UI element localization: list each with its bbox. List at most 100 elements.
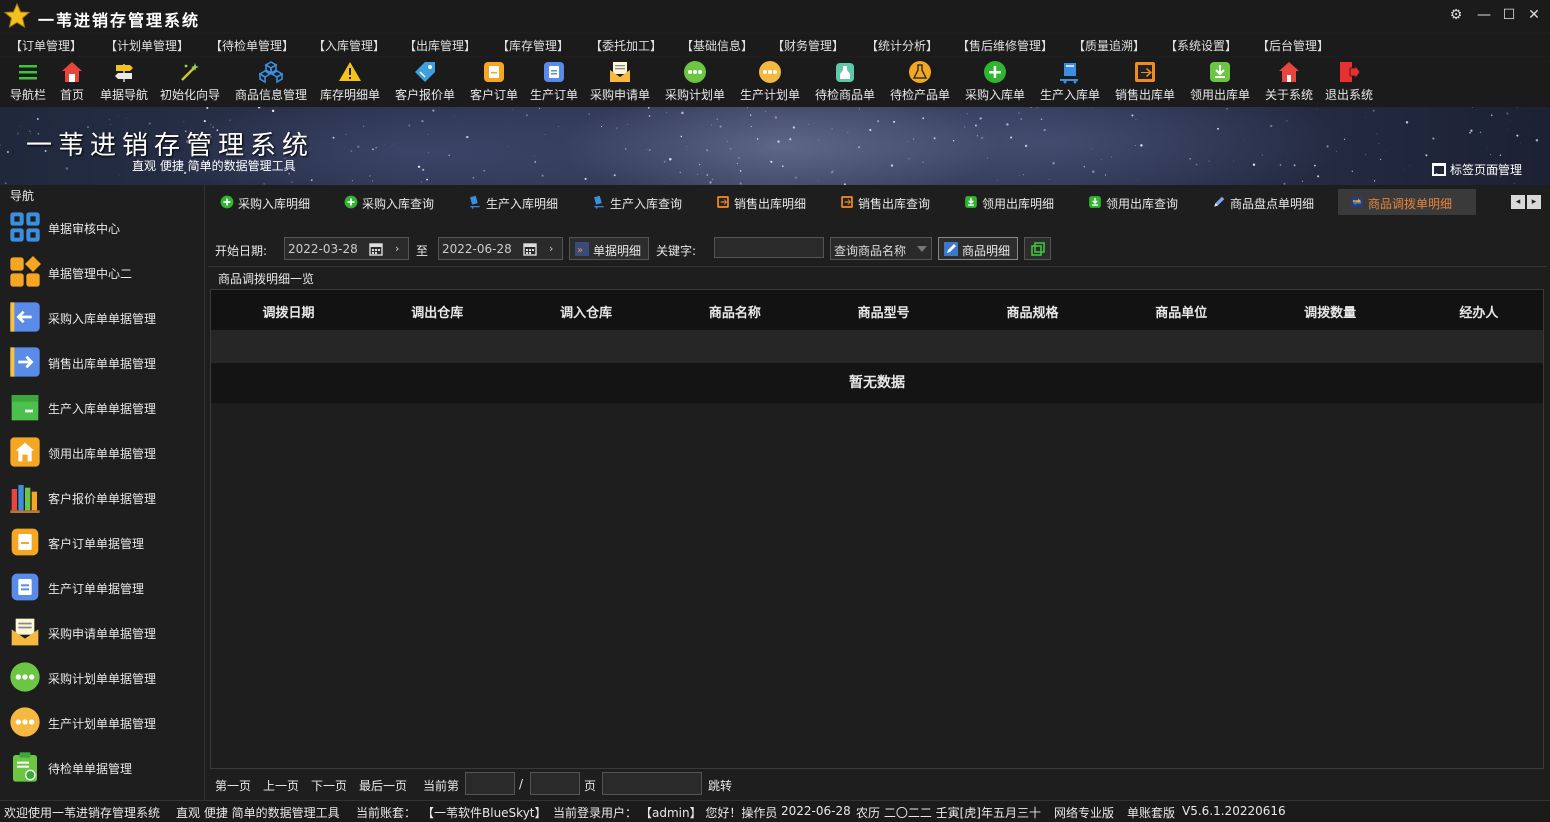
document-detail-button[interactable]: » 单据明细	[569, 237, 649, 260]
sidebar-item[interactable]: 客户报价单单据管理	[0, 477, 205, 522]
last-page-button[interactable]: 最后一页	[359, 777, 407, 794]
page-separator: /	[519, 777, 524, 791]
toolbar-button[interactable]: 客户报价单	[385, 57, 465, 105]
tab[interactable]: 采购入库查询	[332, 189, 456, 215]
prev-page-button[interactable]: 上一页	[263, 777, 299, 794]
keyword-input[interactable]	[714, 237, 824, 258]
sidebar-item[interactable]: 生产入库单单据管理	[0, 387, 205, 432]
column-header[interactable]: 经办人	[1404, 302, 1550, 321]
maximize-button[interactable]: ☐	[1500, 6, 1518, 24]
sidebar-item[interactable]: 待检单单据管理	[0, 747, 205, 792]
toolbar-button[interactable]: 销售出库单	[1105, 57, 1185, 105]
chevron-right-icon[interactable]: ›	[549, 242, 553, 255]
cubes-icon	[258, 60, 284, 84]
next-page-button[interactable]: 下一页	[311, 777, 347, 794]
tab[interactable]: 采购入库明细	[208, 189, 332, 215]
menu-item[interactable]: 【入库管理】	[313, 37, 385, 54]
toolbar-button[interactable]: 采购入库单	[955, 57, 1035, 105]
tab[interactable]: 领用出库明细	[952, 189, 1076, 215]
menu-item[interactable]: 【质量追溯】	[1073, 37, 1145, 54]
chevron-right-icon[interactable]: ›	[395, 242, 399, 255]
toolbar-button[interactable]: 生产入库单	[1030, 57, 1110, 105]
house-red-icon	[1277, 60, 1301, 84]
menu-item[interactable]: 【订单管理】	[10, 37, 82, 54]
tab-scroll-left-button[interactable]: ◂	[1511, 195, 1525, 209]
toolbar-button[interactable]: 商品信息管理	[231, 57, 311, 105]
sidebar-item[interactable]: 采购入库单单据管理	[0, 297, 205, 342]
jump-page-input[interactable]	[602, 772, 702, 795]
books-icon	[9, 481, 41, 513]
tab[interactable]: 生产入库明细	[456, 189, 580, 215]
main-panel: 开始日期: 2022-03-28 › 至 2022-06-28 › » 单据明细…	[208, 231, 1547, 803]
sidebar-item[interactable]: 采购计划单单据管理	[0, 657, 205, 702]
menu-item[interactable]: 【统计分析】	[866, 37, 938, 54]
toolbar-button[interactable]: 生产计划单	[730, 57, 810, 105]
title-bar: 一苇进销存管理系统 ⚙ — ☐ ✕	[0, 0, 1550, 32]
menu-item[interactable]: 【库存管理】	[497, 37, 569, 54]
column-header[interactable]: 商品型号	[809, 302, 958, 321]
sidebar-item-label: 销售出库单单据管理	[48, 357, 157, 371]
menu-item[interactable]: 【出库管理】	[404, 37, 476, 54]
settings-gear-icon[interactable]: ⚙	[1447, 6, 1465, 24]
sidebar-item[interactable]: 单据审核中心	[0, 207, 205, 252]
toolbar-button[interactable]: 库存明细单	[310, 57, 390, 105]
forward-arrows-icon: »	[575, 242, 589, 256]
column-header[interactable]: 调拨数量	[1256, 302, 1405, 321]
copy-window-button[interactable]	[1024, 237, 1051, 260]
end-date-picker[interactable]: 2022-06-28 ›	[438, 237, 563, 260]
tab[interactable]: 生产入库查询	[580, 189, 704, 215]
menu-item[interactable]: 【财务管理】	[772, 37, 844, 54]
tab[interactable]: 销售出库明细	[704, 189, 828, 215]
toolbar-label: 采购申请单	[589, 88, 651, 102]
tab-manager-button[interactable]: 标签页面管理	[1432, 161, 1522, 178]
column-header[interactable]: 商品单位	[1107, 302, 1256, 321]
exit-icon	[1337, 60, 1361, 84]
tab[interactable]: 商品调拨单明细	[1338, 189, 1476, 215]
tab[interactable]: 领用出库查询	[1076, 189, 1200, 215]
column-header[interactable]: 商品名称	[660, 302, 809, 321]
minimize-button[interactable]: —	[1475, 6, 1493, 24]
menu-item[interactable]: 【计划单管理】	[105, 37, 189, 54]
first-page-button[interactable]: 第一页	[215, 777, 251, 794]
transfer-icon	[1350, 195, 1364, 209]
column-header[interactable]: 调拨日期	[214, 302, 363, 321]
calendar-icon[interactable]	[369, 242, 383, 256]
menu-item[interactable]: 【后台管理】	[1257, 37, 1329, 54]
toolbar-button[interactable]: 领用出库单	[1180, 57, 1260, 105]
query-field-select[interactable]: 查询商品名称	[830, 237, 932, 260]
tab-scroll-right-button[interactable]: ▸	[1527, 195, 1541, 209]
toolbar-button[interactable]: 初始化向导	[150, 57, 230, 105]
column-header[interactable]: 调入仓库	[512, 302, 661, 321]
menu-item[interactable]: 【售后维修管理】	[957, 37, 1053, 54]
toolbar-button[interactable]: 待检产品单	[880, 57, 960, 105]
toolbar-button[interactable]: 退出系统	[1309, 57, 1389, 105]
download-green-icon	[1088, 195, 1102, 209]
jump-button[interactable]: 跳转	[708, 777, 732, 794]
sidebar-item[interactable]: 采购申请单单据管理	[0, 612, 205, 657]
menu-item[interactable]: 【基础信息】	[681, 37, 753, 54]
sidebar-item-label: 客户报价单单据管理	[48, 492, 157, 506]
start-date-picker[interactable]: 2022-03-28 ›	[284, 237, 409, 260]
menu-item[interactable]: 【委托加工】	[590, 37, 662, 54]
current-page-input[interactable]	[465, 772, 515, 795]
sidebar-item[interactable]: 客户订单单据管理	[0, 522, 205, 567]
calendar-icon[interactable]	[523, 242, 537, 256]
menu-item[interactable]: 【系统设置】	[1165, 37, 1237, 54]
column-header[interactable]: 调出仓库	[363, 302, 512, 321]
sidebar-item[interactable]: 生产订单单据管理	[0, 567, 205, 612]
tab[interactable]: 商品盘点单明细	[1200, 189, 1338, 215]
toolbar-button[interactable]: 采购申请单	[580, 57, 660, 105]
toolbar-button[interactable]: 待检商品单	[805, 57, 885, 105]
svg-text:»: »	[577, 245, 583, 256]
menu-item[interactable]: 【待检单管理】	[210, 37, 294, 54]
product-detail-button[interactable]: 商品明细	[938, 237, 1018, 260]
dropdown-arrow-icon[interactable]	[917, 246, 927, 252]
toolbar-button[interactable]: 采购计划单	[655, 57, 735, 105]
column-header[interactable]: 商品规格	[958, 302, 1107, 321]
tab[interactable]: 销售出库查询	[828, 189, 952, 215]
close-button[interactable]: ✕	[1525, 6, 1543, 24]
sidebar-item[interactable]: 领用出库单单据管理	[0, 432, 205, 477]
sidebar-item[interactable]: 生产计划单单据管理	[0, 702, 205, 747]
sidebar-item[interactable]: 销售出库单单据管理	[0, 342, 205, 387]
sidebar-item[interactable]: 单据管理中心二	[0, 252, 205, 297]
